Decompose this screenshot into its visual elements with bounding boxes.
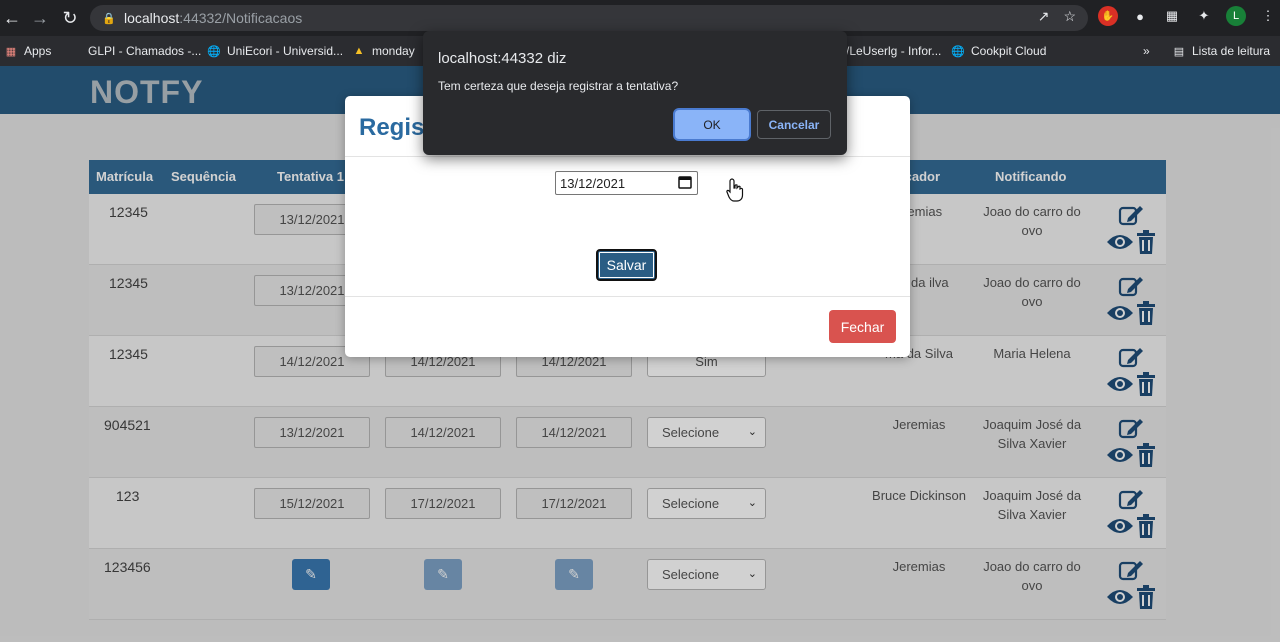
back-icon[interactable]: ← (0, 6, 24, 30)
bookmark-label: GLPI - Chamados -... (88, 44, 202, 58)
bookmark-label: UniEcori - Universid... (227, 44, 344, 58)
bookmark-label: Apps (24, 44, 52, 58)
bookmark-label: Cookpit Cloud (971, 44, 1047, 58)
ok-button[interactable]: OK (675, 110, 749, 139)
bookmark-glpi[interactable]: GLPI - Chamados -... (88, 44, 201, 58)
bookmark-apps[interactable]: ▦ Apps (4, 44, 52, 58)
calendar-icon[interactable] (678, 175, 692, 189)
bookmark-leuserlg[interactable]: /LeUserlg - Infor... (846, 44, 941, 58)
reading-list-icon: ▤ (1173, 45, 1185, 58)
monday-icon: ▲ (353, 45, 365, 57)
bookmark-uniecori[interactable]: 🌐 UniEcori - Universid... (207, 44, 343, 58)
date-input-value: 13/12/2021 (560, 175, 626, 191)
close-button[interactable]: Fechar (829, 310, 896, 343)
confirm-dialog: localhost:44332 diz Tem certeza que dese… (423, 31, 847, 155)
extension-chat-icon[interactable]: ● (1130, 6, 1150, 26)
lock-icon: 🔒 (102, 12, 116, 25)
profile-avatar[interactable]: L (1226, 6, 1246, 26)
bookmark-monday[interactable]: ▲ monday (352, 44, 415, 58)
cancel-button[interactable]: Cancelar (757, 110, 831, 139)
forward-icon[interactable]: → (28, 6, 52, 30)
tentativa-date-input[interactable]: 13/12/2021 (555, 171, 698, 195)
bookmark-cookpit[interactable]: 🌐 Cookpit Cloud (951, 44, 1046, 58)
url-path: :44332/Notificacaos (179, 10, 303, 26)
hand-cursor-icon (726, 178, 744, 202)
apps-grid-icon: ▦ (5, 45, 17, 58)
address-bar[interactable]: 🔒 localhost:44332/Notificacaos ↗ ☆ (90, 5, 1088, 31)
bookmark-label: monday (372, 44, 415, 58)
modal-title: Regist (359, 114, 433, 141)
reading-list-label: Lista de leitura (1192, 44, 1271, 58)
star-icon[interactable]: ☆ (1063, 8, 1076, 25)
save-button[interactable]: Salvar (596, 249, 657, 281)
dialog-title: localhost:44332 diz (438, 50, 567, 67)
bookmarks-overflow[interactable]: » (1143, 44, 1150, 58)
reload-icon[interactable]: ↻ (58, 6, 82, 30)
reading-list[interactable]: ▤ Lista de leitura (1172, 44, 1270, 58)
bookmark-label: /LeUserlg - Infor... (846, 44, 942, 58)
url-host: localhost (124, 10, 180, 26)
modal-divider (345, 156, 910, 157)
share-icon[interactable]: ↗ (1038, 8, 1050, 25)
dialog-message: Tem certeza que deseja registrar a tenta… (438, 79, 679, 93)
modal-divider (345, 296, 910, 297)
globe-icon: 🌐 (207, 45, 221, 58)
globe-icon: 🌐 (951, 45, 965, 58)
extension-translate-icon[interactable]: ▦ (1162, 6, 1182, 26)
extensions-puzzle-icon[interactable]: ✦ (1194, 6, 1214, 26)
menu-dots-icon[interactable]: ⋮ (1258, 6, 1278, 26)
extension-stop-icon[interactable]: ✋ (1098, 6, 1118, 26)
